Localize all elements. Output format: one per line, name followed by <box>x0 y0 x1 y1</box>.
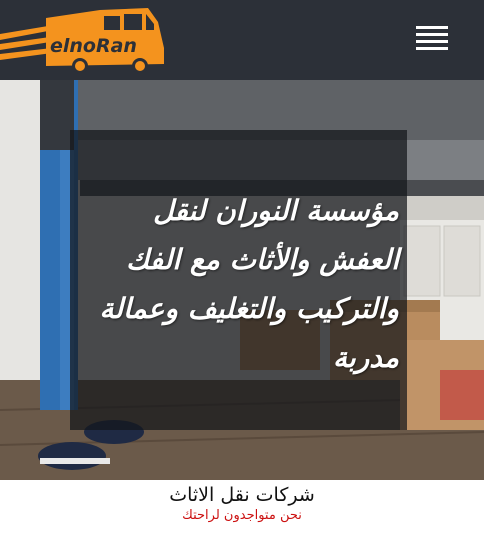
truck-logo-icon: elnoRan <box>0 8 164 74</box>
section-title: شركات نقل الاثاث <box>169 484 315 506</box>
menu-button[interactable] <box>412 22 450 52</box>
section-header: شركات نقل الاثاث نحن متواجدون لراحتك <box>0 480 484 542</box>
hero-caption: مؤسسة النوران لنقل العفش والأثاث مع الفك… <box>99 194 399 374</box>
section-subtitle: نحن متواجدون لراحتك <box>182 508 302 523</box>
hero-banner: مؤسسة النوران لنقل العفش والأثاث مع الفك… <box>0 80 484 480</box>
hamburger-icon-bar <box>416 33 448 36</box>
hamburger-icon-bar <box>416 47 448 50</box>
hamburger-icon <box>416 26 448 29</box>
logo-text: elnoRan <box>50 35 137 57</box>
site-logo[interactable]: elnoRan <box>0 4 170 76</box>
site-header: elnoRan <box>0 0 484 80</box>
hamburger-icon-bar <box>416 40 448 43</box>
hero-caption-box: مؤسسة النوران لنقل العفش والأثاث مع الفك… <box>70 130 407 430</box>
